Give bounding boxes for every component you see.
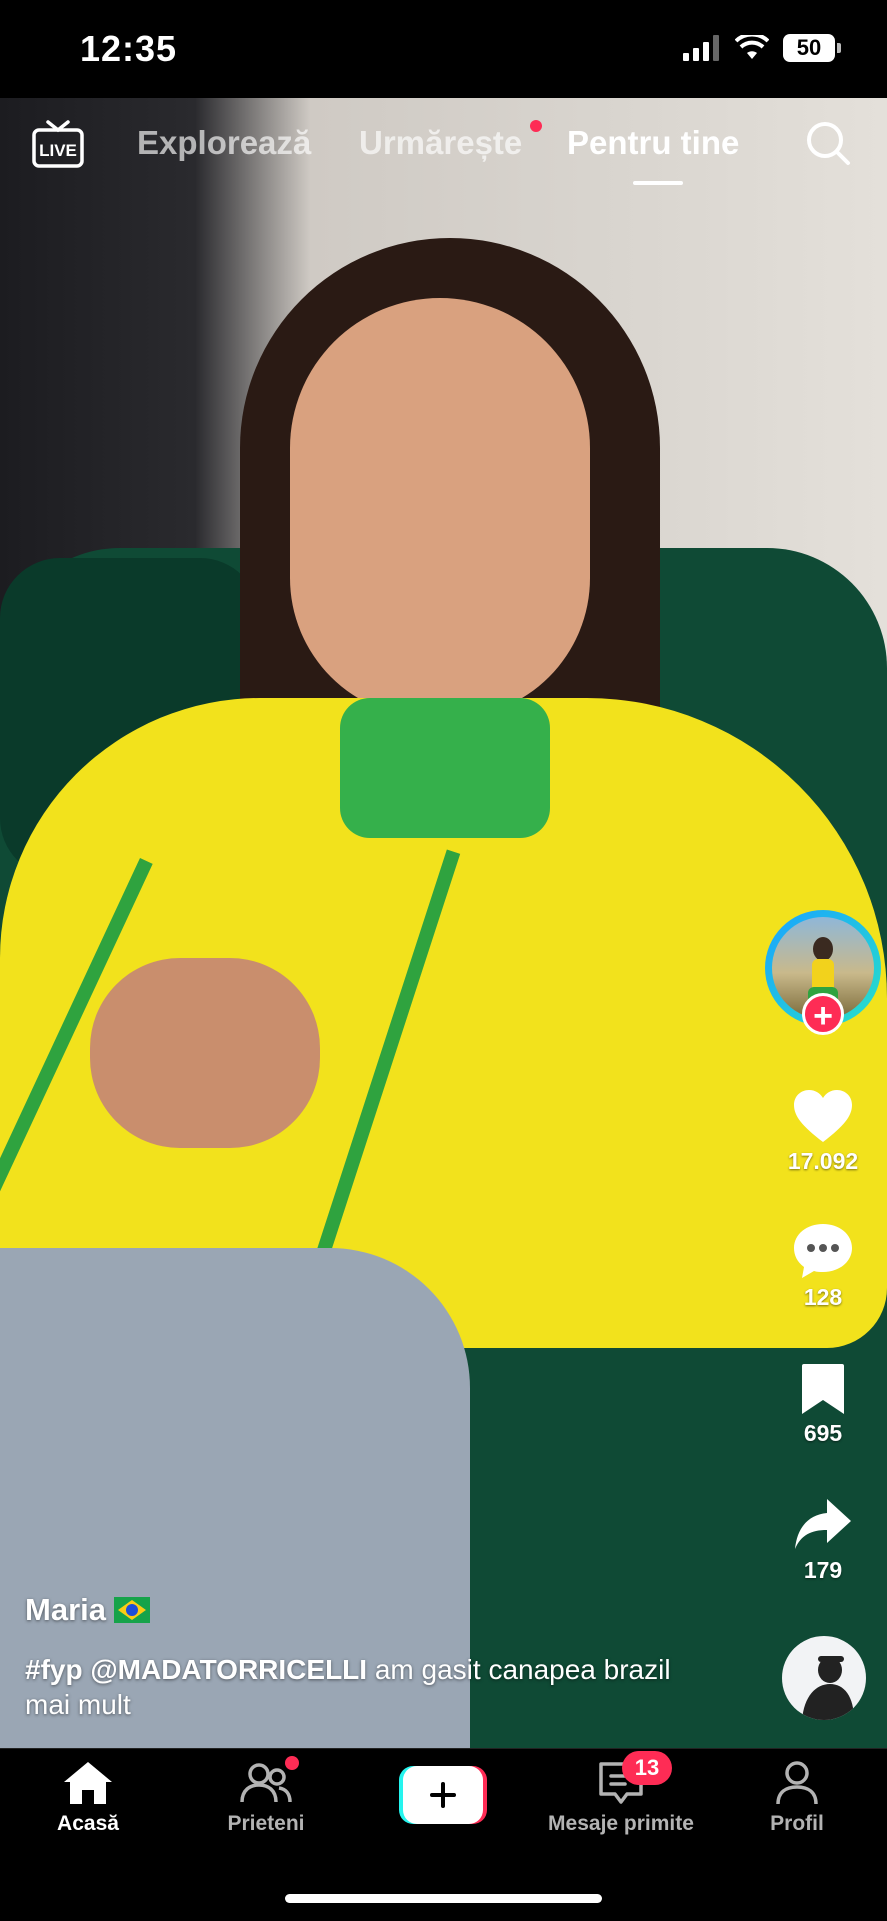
- video-scene-face: [290, 298, 590, 718]
- heart-icon: [794, 1090, 852, 1142]
- search-icon[interactable]: [805, 120, 851, 166]
- create-button[interactable]: [399, 1766, 487, 1824]
- home-icon: [64, 1762, 112, 1804]
- share-action[interactable]: 179: [782, 1497, 864, 1584]
- save-count: 695: [803, 1420, 843, 1446]
- signal-icon: [683, 35, 719, 61]
- comment-count: 128: [803, 1284, 843, 1310]
- nav-friends[interactable]: Prieteni: [186, 1760, 346, 1836]
- username[interactable]: Maria: [25, 1592, 106, 1628]
- caption-mention[interactable]: @MADATORRICELLI: [90, 1654, 367, 1685]
- brazil-flag-icon: [113, 1597, 150, 1623]
- profile-icon: [776, 1761, 818, 1805]
- share-count: 179: [803, 1557, 843, 1583]
- nav-inbox-label: Mesaje primite: [548, 1812, 694, 1835]
- friends-icon: [240, 1763, 292, 1803]
- sound-avatar-icon: [802, 1656, 854, 1720]
- bookmark-icon: [802, 1364, 844, 1414]
- home-indicator[interactable]: [285, 1894, 602, 1903]
- nav-home[interactable]: Acasă: [8, 1760, 168, 1836]
- status-icons: 50: [683, 34, 841, 62]
- tab-explore[interactable]: Explorează: [137, 124, 311, 162]
- tab-for-you[interactable]: Pentru tine: [567, 124, 739, 162]
- follow-button[interactable]: +: [802, 993, 844, 1035]
- caption-hashtag[interactable]: #fyp: [25, 1654, 83, 1685]
- live-label: LIVE: [39, 141, 77, 160]
- share-icon: [795, 1499, 851, 1549]
- creator-avatar[interactable]: +: [765, 910, 881, 1035]
- save-action[interactable]: 695: [782, 1362, 864, 1447]
- tab-active-indicator: [633, 181, 683, 185]
- nav-friends-label: Prieteni: [227, 1812, 305, 1835]
- nav-inbox[interactable]: Mesaje primite: [541, 1760, 701, 1836]
- video-scene-collar: [340, 698, 550, 838]
- status-time: 12:35: [80, 28, 178, 69]
- tab-following[interactable]: Urmărește: [359, 124, 522, 162]
- friends-notification-dot: [285, 1756, 299, 1770]
- wifi-icon: [735, 35, 769, 59]
- live-icon[interactable]: LIVE: [32, 120, 84, 168]
- comment-action[interactable]: 128: [782, 1222, 864, 1311]
- nav-profile[interactable]: Profil: [717, 1760, 877, 1836]
- nav-home-label: Acasă: [57, 1812, 119, 1835]
- music-disc[interactable]: [782, 1636, 866, 1720]
- tab-following-notification-dot: [530, 120, 542, 132]
- video-player[interactable]: [0, 98, 887, 1748]
- like-action[interactable]: 17.092: [782, 1088, 864, 1175]
- inbox-badge: 13: [622, 1751, 672, 1785]
- nav-profile-label: Profil: [770, 1812, 824, 1835]
- caption-username[interactable]: Maria: [25, 1592, 150, 1628]
- video-scene-hand: [90, 958, 320, 1148]
- comment-icon: [794, 1224, 852, 1278]
- status-bar: 12:35 50: [0, 0, 887, 98]
- battery-indicator: 50: [783, 34, 841, 62]
- caption-description: #fyp @MADATORRICELLI am gasit canapea br…: [25, 1652, 705, 1722]
- like-count: 17.092: [787, 1148, 859, 1174]
